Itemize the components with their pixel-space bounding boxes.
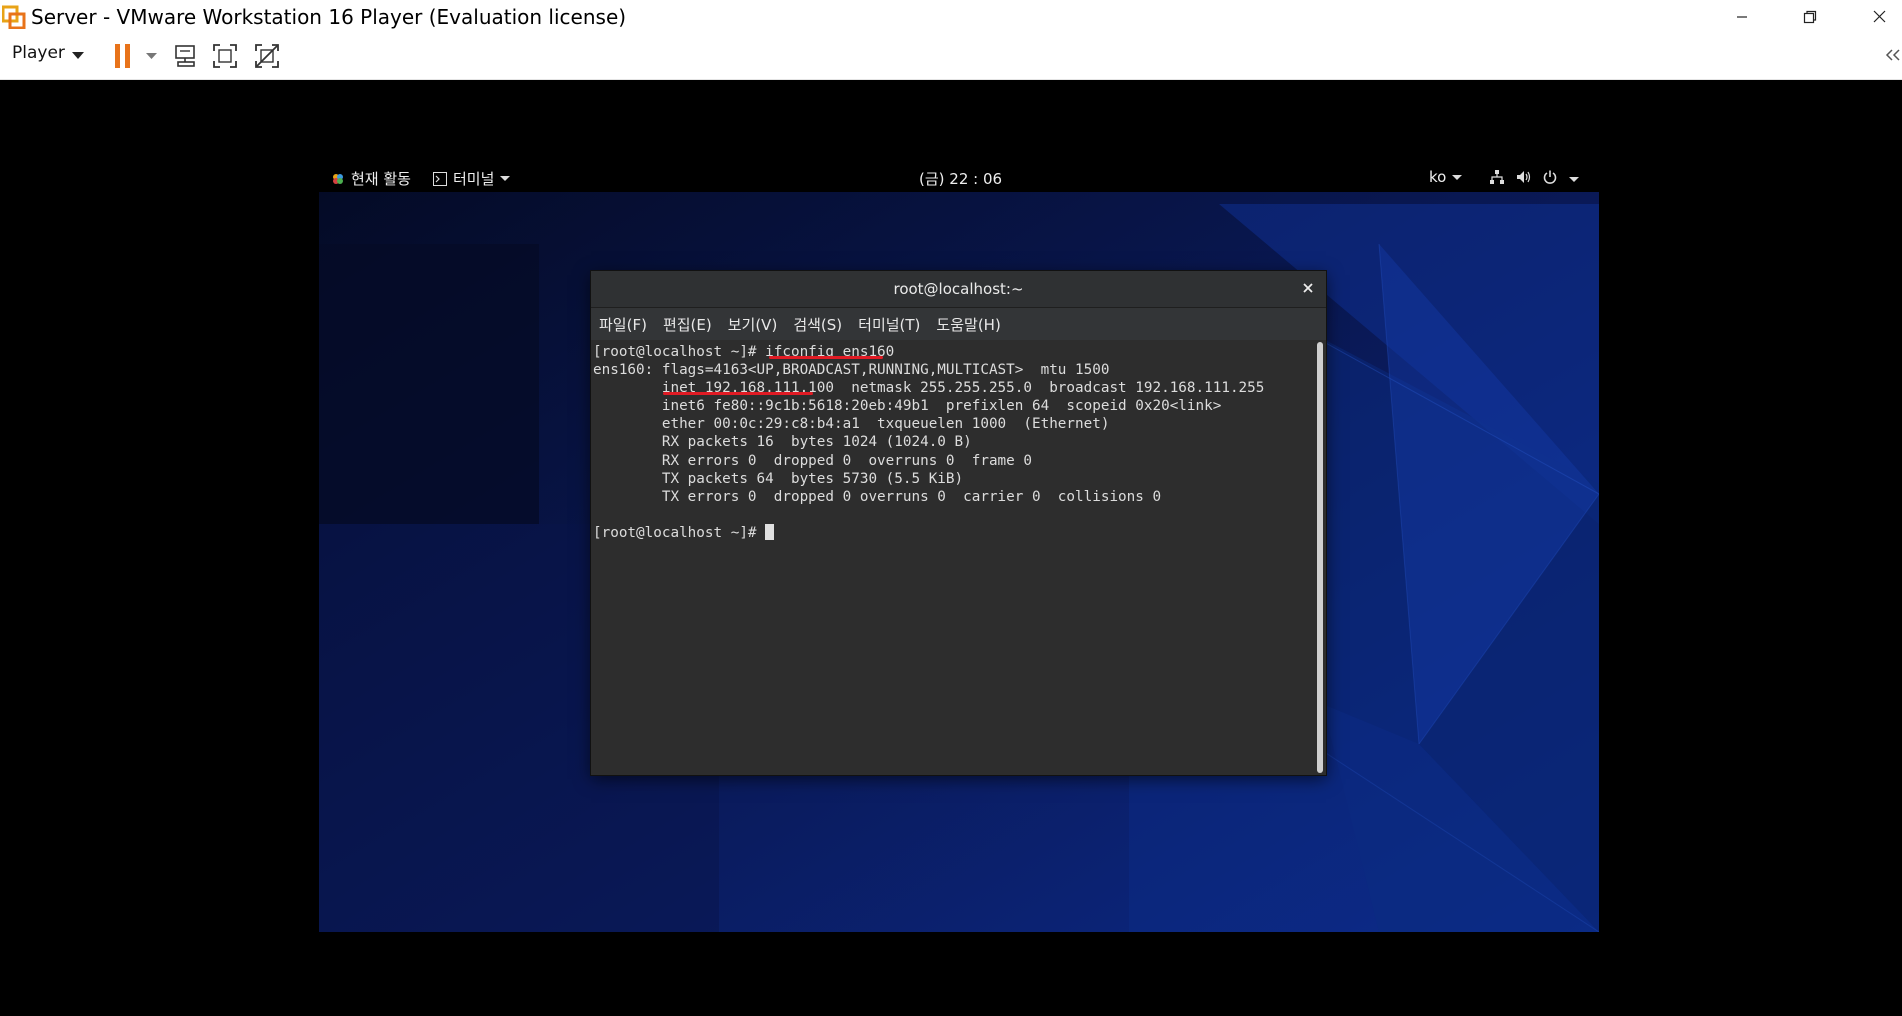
close-button[interactable]: [1856, 0, 1902, 33]
gnome-top-bar: 현재 활동 터미널 (금) 22 : 06 ko: [319, 164, 1599, 192]
pause-icon: [115, 44, 130, 68]
annotation-underline-command: [769, 356, 883, 359]
menu-help[interactable]: 도움말(H): [936, 314, 1000, 335]
terminal-line: RX errors 0 dropped 0 overruns 0 frame 0: [593, 452, 1032, 469]
terminal-prompt: [root@localhost ~]#: [593, 524, 766, 541]
clock[interactable]: (금) 22 : 06: [919, 168, 1002, 189]
player-menu-dropdown[interactable]: [70, 48, 86, 64]
close-icon: [1303, 283, 1313, 293]
clock-label: (금) 22 : 06: [919, 170, 1003, 188]
collapse-icon: [1885, 49, 1900, 61]
terminal-close-button[interactable]: [1298, 278, 1318, 298]
minimize-button[interactable]: [1719, 0, 1765, 33]
terminal-content[interactable]: [root@localhost ~]# ifconfig ens160 ens1…: [591, 340, 1326, 775]
send-ctrl-alt-del-button[interactable]: [172, 42, 200, 70]
pause-button[interactable]: [113, 43, 133, 69]
input-source-label: ko: [1429, 168, 1447, 186]
annotation-underline-inet: [663, 392, 813, 395]
volume-icon: [1517, 171, 1531, 183]
terminal-output: [root@localhost ~]# ifconfig ens160 ens1…: [593, 343, 1264, 542]
terminal-line: RX packets 16 bytes 1024 (1024.0 B): [593, 434, 972, 451]
terminal-app-icon: [433, 171, 447, 186]
unity-button[interactable]: [253, 42, 281, 70]
network-icon: [1490, 170, 1504, 184]
menu-search[interactable]: 검색(S): [793, 314, 842, 335]
fullscreen-button[interactable]: [211, 42, 239, 70]
menu-edit[interactable]: 편집(E): [663, 314, 712, 335]
terminal-line: TX packets 64 bytes 5730 (5.5 KiB): [593, 470, 964, 487]
vm-display[interactable]: 현재 활동 터미널 (금) 22 : 06 ko root@localhost:…: [319, 164, 1599, 932]
menu-file[interactable]: 파일(F): [599, 314, 647, 335]
terminal-header-bar[interactable]: root@localhost:~: [591, 271, 1326, 308]
close-icon: [1873, 10, 1885, 23]
collapse-toolbar-button[interactable]: [1884, 46, 1902, 64]
send-ctrl-alt-del-icon: [175, 45, 195, 67]
terminal-line: TX errors 0 dropped 0 overruns 0 carrier…: [593, 488, 1162, 505]
menu-terminal[interactable]: 터미널(T): [858, 314, 920, 335]
terminal-line: inet6 fe80::9c1b:5618:20eb:49b1 prefixle…: [593, 398, 1222, 415]
chevron-down-icon: [500, 176, 511, 181]
app-menu-button[interactable]: 터미널: [433, 168, 511, 189]
terminal-title: root@localhost:~: [893, 280, 1024, 298]
terminal-menubar: 파일(F) 편집(E) 보기(V) 검색(S) 터미널(T) 도움말(H): [591, 308, 1326, 340]
terminal-window[interactable]: root@localhost:~ 파일(F) 편집(E) 보기(V) 검색(S)…: [591, 271, 1326, 775]
input-source-button[interactable]: ko: [1429, 168, 1463, 186]
player-menu-label: Player: [12, 43, 65, 63]
pause-menu-dropdown[interactable]: [144, 50, 158, 62]
activities-icon: [333, 173, 343, 184]
pause-menu-icon: [145, 52, 157, 59]
window-title-bar: Server - VMware Workstation 16 Player (E…: [0, 0, 1902, 33]
text-cursor: [765, 523, 775, 540]
terminal-line: ether 00:0c:29:c8:b4:a1 txqueuelen 1000 …: [593, 416, 1110, 433]
fullscreen-icon: [213, 44, 237, 68]
chevron-down-icon: [1569, 177, 1579, 182]
menu-view[interactable]: 보기(V): [728, 314, 778, 335]
power-icon: [1543, 170, 1557, 184]
restore-icon: [1803, 10, 1817, 23]
app-menu-label: 터미널: [453, 170, 495, 188]
minimize-icon: [1737, 15, 1747, 18]
terminal-scrollbar[interactable]: [1317, 342, 1323, 773]
player-toolbar: Player: [0, 33, 1902, 80]
terminal-line: ens160: flags=4163<UP,BROADCAST,RUNNING,…: [593, 362, 1110, 379]
player-menu-button[interactable]: Player: [12, 43, 65, 63]
activities-label: 현재 활동: [351, 170, 411, 188]
restore-button[interactable]: [1787, 0, 1833, 33]
window-title: Server - VMware Workstation 16 Player (E…: [31, 5, 627, 29]
system-menu-button[interactable]: [1490, 170, 1579, 184]
chevron-down-icon: [1452, 174, 1463, 180]
unity-icon: [255, 44, 279, 68]
dropdown-icon: [72, 52, 84, 59]
vmware-player-icon: [2, 5, 26, 29]
activities-button[interactable]: 현재 활동: [331, 168, 411, 189]
